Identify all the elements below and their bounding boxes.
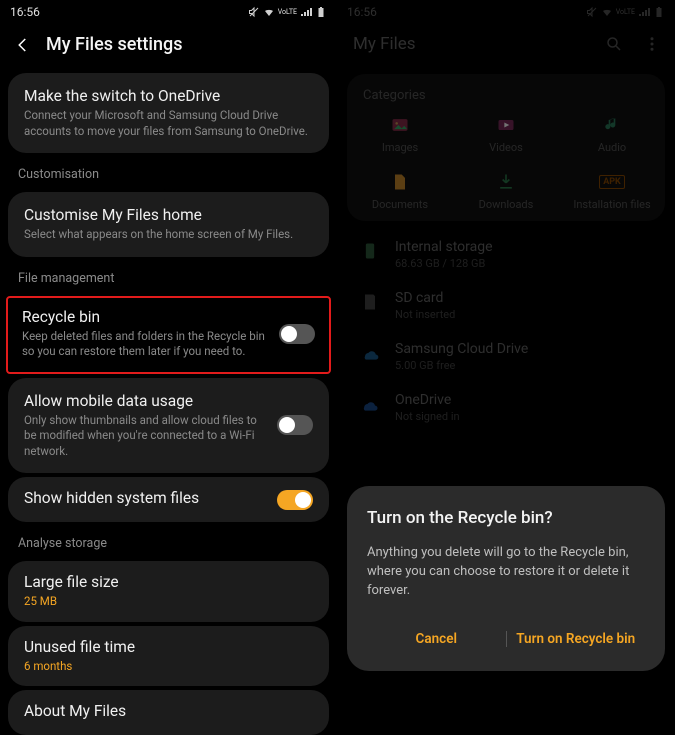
recycle-sub: Keep deleted files and folders in the Re… (22, 329, 269, 360)
files-pane: 16:56 VoLTE My Files Categories Images V… (337, 0, 675, 681)
confirm-button[interactable]: Turn on Recycle bin (507, 621, 646, 657)
recycle-title: Recycle bin (22, 308, 269, 326)
battery-icon (315, 6, 327, 18)
dialog-title: Turn on the Recycle bin? (367, 508, 645, 528)
onedrive-title: Make the switch to OneDrive (24, 87, 313, 105)
hidden-toggle[interactable] (277, 490, 313, 510)
onedrive-switch-card[interactable]: Make the switch to OneDrive Connect your… (8, 73, 329, 153)
signal-icon (300, 6, 312, 18)
status-bar: 16:56 VoLTE (0, 0, 337, 24)
about-row[interactable]: About My Files (8, 690, 329, 735)
hidden-files-row[interactable]: Show hidden system files (8, 477, 329, 522)
large-file-row[interactable]: Large file size 25 MB (8, 561, 329, 622)
section-customisation: Customisation (0, 157, 337, 188)
mobile-data-sub: Only show thumbnails and allow cloud fil… (24, 413, 267, 460)
section-analyse: Analyse storage (0, 526, 337, 557)
large-file-value: 25 MB (24, 594, 313, 610)
status-icons: VoLTE (248, 6, 327, 18)
mobile-data-toggle[interactable] (277, 415, 313, 435)
customise-home-title: Customise My Files home (24, 206, 313, 224)
recycle-dialog: Turn on the Recycle bin? Anything you de… (347, 486, 665, 671)
unused-time-row[interactable]: Unused file time 6 months (8, 626, 329, 687)
section-file-management: File management (0, 261, 337, 292)
page-title: My Files settings (46, 34, 182, 55)
mobile-data-title: Allow mobile data usage (24, 392, 267, 410)
wifi-icon (263, 6, 275, 18)
dialog-body: Anything you delete will go to the Recyc… (367, 544, 645, 601)
mobile-data-row[interactable]: Allow mobile data usage Only show thumbn… (8, 378, 329, 474)
header: My Files settings (0, 24, 337, 69)
clock: 16:56 (10, 5, 40, 19)
unused-value: 6 months (24, 659, 313, 675)
customise-home-sub: Select what appears on the home screen o… (24, 227, 313, 243)
recycle-toggle[interactable] (279, 324, 315, 344)
large-file-title: Large file size (24, 573, 313, 591)
unused-title: Unused file time (24, 638, 313, 656)
recycle-bin-row-highlighted[interactable]: Recycle bin Keep deleted files and folde… (6, 296, 331, 374)
settings-pane: 16:56 VoLTE My Files settings Make the s… (0, 0, 337, 681)
hidden-title: Show hidden system files (24, 489, 267, 507)
about-title: About My Files (24, 702, 313, 720)
onedrive-sub: Connect your Microsoft and Samsung Cloud… (24, 108, 313, 139)
customise-home-card[interactable]: Customise My Files home Select what appe… (8, 192, 329, 257)
back-icon[interactable] (14, 36, 32, 54)
mute-icon (248, 6, 260, 18)
cancel-button[interactable]: Cancel (367, 621, 506, 657)
